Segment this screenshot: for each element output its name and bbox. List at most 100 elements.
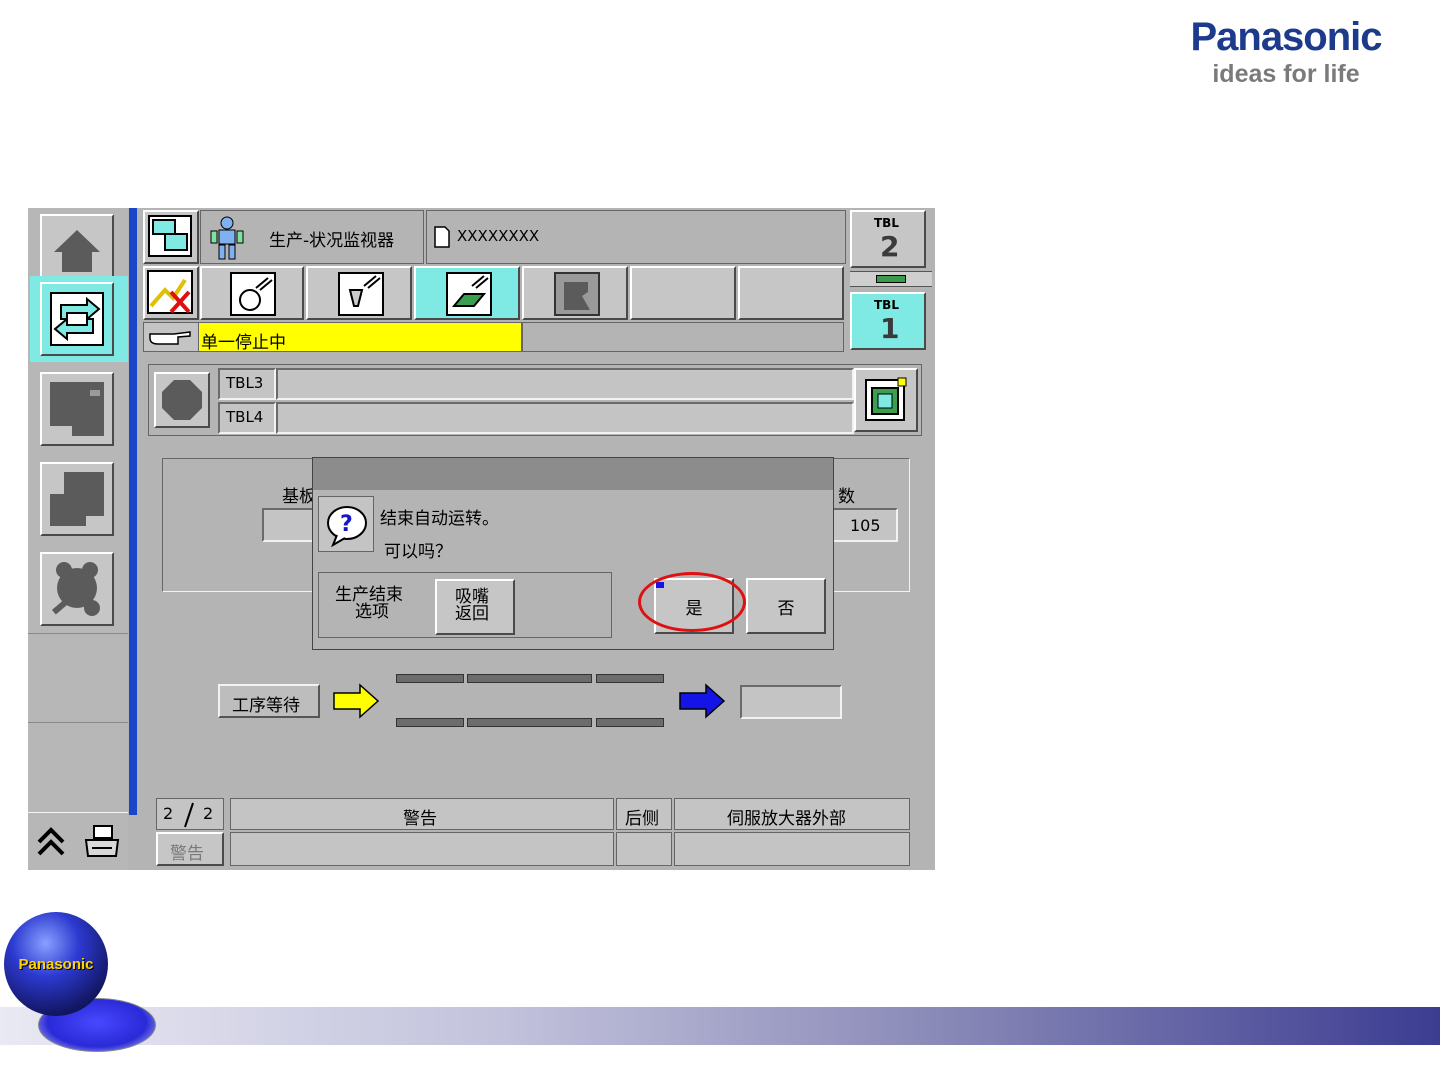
nozzle-head-icon	[338, 272, 384, 316]
worker-robot-icon	[210, 216, 244, 260]
production-button[interactable]	[40, 282, 114, 356]
status-extra-box	[522, 322, 844, 352]
page-up-button[interactable]	[30, 818, 72, 866]
conveyor-bar	[396, 718, 464, 727]
alarm-location-header: 后侧	[616, 798, 672, 830]
nozzle-return-button[interactable]: 吸嘴 返回	[435, 579, 515, 635]
tbl-link-indicator	[850, 271, 932, 287]
conveyor-bar	[596, 718, 664, 727]
board-transfer-button[interactable]	[414, 266, 520, 320]
no-label: 否	[777, 598, 795, 619]
dialog-question-box: ?	[318, 496, 374, 552]
tbl2-button[interactable]: TBL 2	[850, 210, 926, 268]
tbl4-label-box: TBL4	[218, 402, 276, 434]
tbl1-button[interactable]: TBL 1	[850, 292, 926, 350]
screen-title: 生产-状况监视器	[269, 231, 395, 251]
status-message-box: 单一停止中	[198, 322, 522, 353]
alarm-location-cell	[616, 832, 672, 866]
pcb-icon	[876, 275, 906, 283]
conveyor-bar	[396, 674, 464, 683]
brand-name: Panasonic	[1190, 15, 1382, 59]
slash-divider-icon	[184, 802, 194, 828]
alarm-page-indicator: 2 2	[156, 798, 224, 830]
cycle-arrows-icon	[50, 292, 104, 346]
alarm-location-label: 后侧	[625, 809, 659, 829]
alarm-type-header: 警告	[230, 798, 614, 830]
sidebar-separator	[28, 633, 128, 634]
tbl3-info-field	[276, 368, 854, 400]
alarm-tab-label: 警告	[170, 844, 204, 864]
tbl4-label: TBL4	[226, 408, 264, 426]
conveyor-bar	[596, 674, 664, 683]
nozzle-return-label: 吸嘴 返回	[455, 589, 489, 623]
dialog-message-line2: 可以吗？	[384, 542, 452, 562]
sidebar-separator	[28, 812, 128, 813]
tbl4-info-field	[276, 402, 854, 434]
production-graph-error-icon	[147, 270, 193, 314]
production-end-option-label: 生产结束 选项	[335, 587, 403, 621]
alarm-tab-button[interactable]: 警告	[156, 832, 224, 866]
alarm-detail-label: 伺服放大器外部	[727, 809, 846, 829]
svg-text:?: ?	[340, 512, 353, 537]
octagon-stop-icon	[162, 380, 202, 420]
maintenance-button[interactable]	[40, 552, 114, 626]
operator-button[interactable]	[522, 266, 628, 320]
chip-card-icon	[865, 377, 907, 421]
alarm-page-total: 2	[203, 804, 214, 823]
toolbar-empty-button[interactable]	[630, 266, 736, 320]
stop-button[interactable]	[154, 372, 210, 428]
dialog-message-line1: 结束自动运转。	[380, 509, 499, 529]
print-button[interactable]	[76, 818, 128, 866]
brand-logo: Panasonic ideas for life	[1168, 14, 1404, 88]
board-conveyor-icon	[446, 272, 492, 316]
alarm-detail-cell	[674, 832, 910, 866]
alarm-detail-header: 伺服放大器外部	[674, 798, 910, 830]
alarm-page-current: 2	[163, 804, 174, 823]
tbl3-label: TBL3	[226, 374, 264, 392]
process-wait-label: 工序等待	[232, 696, 300, 716]
count-field: 105	[830, 508, 898, 542]
dialog-titlebar	[313, 458, 833, 490]
panasonic-sphere-logo: Panasonic	[4, 912, 108, 1016]
alarm-type-cell	[230, 832, 614, 866]
tbl1-label: TBL	[874, 298, 899, 312]
output-field	[740, 685, 842, 719]
alarm-type-label: 警告	[403, 809, 437, 829]
status-message: 单一停止中	[201, 333, 286, 353]
printer-icon	[84, 825, 120, 857]
dialog-options-group: 生产结束 选项 吸嘴 返回	[318, 572, 612, 638]
brand-tagline: ideas for life	[1212, 60, 1360, 88]
nozzle-return-line2: 返回	[455, 604, 489, 624]
count-label: 数	[838, 487, 855, 507]
double-chevron-up-icon	[37, 827, 65, 856]
pointing-hand-icon	[149, 331, 191, 345]
document-icon	[434, 226, 450, 248]
nozzle-button[interactable]	[306, 266, 412, 320]
conveyor-bar	[467, 674, 592, 683]
yellow-right-arrow-icon	[333, 683, 380, 719]
error-graph-button[interactable]	[143, 266, 199, 320]
layout-block-icon	[50, 472, 104, 526]
no-button[interactable]: 否	[746, 578, 826, 634]
home-icon	[54, 230, 100, 272]
option-label-line2: 选项	[355, 602, 389, 622]
component-info-button[interactable]	[854, 368, 918, 432]
operator-silhouette-icon	[554, 272, 600, 316]
tbl2-number: 2	[880, 230, 900, 263]
status-indicator	[143, 322, 199, 352]
data-edit-button[interactable]	[40, 372, 114, 446]
tape-feeder-button[interactable]	[200, 266, 304, 320]
tbl3-label-box: TBL3	[218, 368, 276, 400]
footer-gradient-band	[0, 1007, 1440, 1045]
toolbar-empty-button[interactable]	[738, 266, 844, 320]
blue-right-arrow-icon	[679, 683, 726, 719]
sidebar-separator	[28, 722, 128, 723]
screen-mode-button[interactable]	[143, 210, 199, 264]
maintenance-wrench-icon	[51, 562, 100, 616]
board-count-label: 基板	[282, 487, 316, 507]
highlight-circle	[638, 572, 746, 632]
setup-button[interactable]	[40, 462, 114, 536]
conveyor-bar	[467, 718, 592, 727]
header-title-box: 生产-状况监视器	[200, 210, 424, 264]
sphere-brand-text: Panasonic	[18, 955, 94, 973]
